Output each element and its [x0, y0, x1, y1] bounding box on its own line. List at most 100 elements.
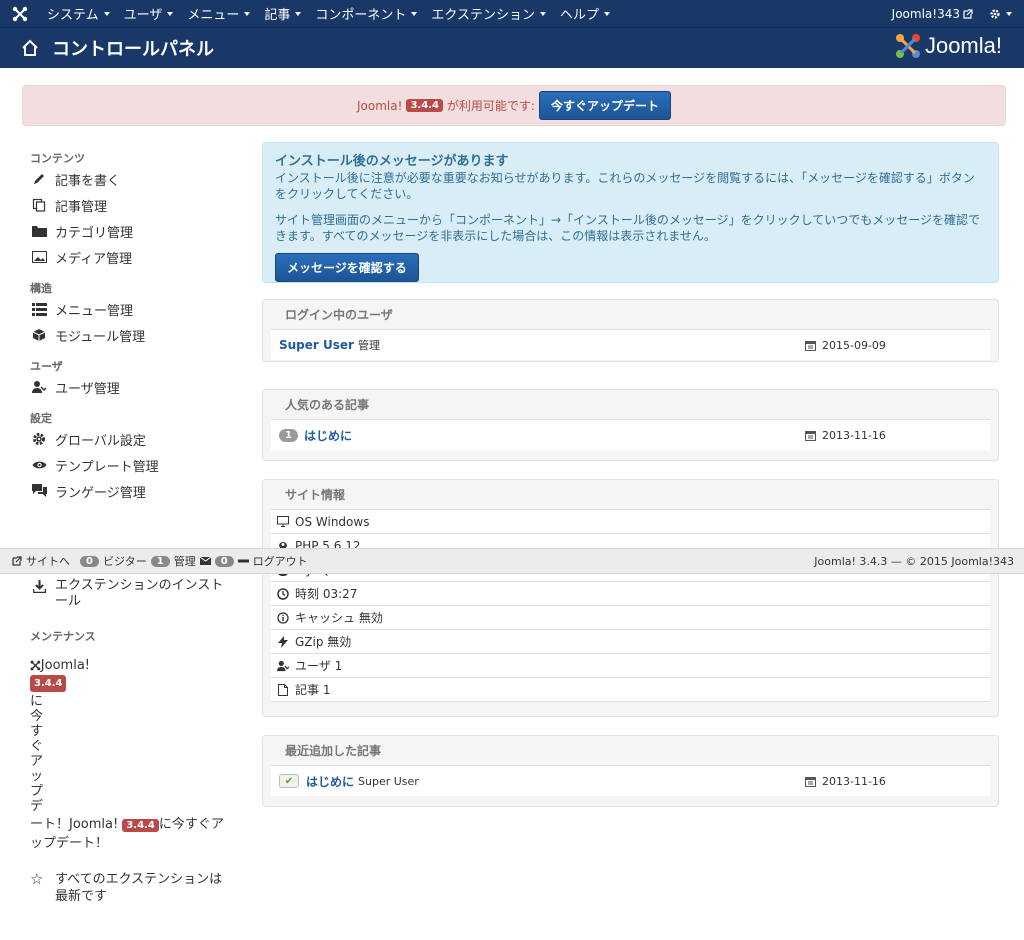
sidebar-item-users[interactable]: ユーザ管理: [30, 374, 240, 400]
logout-link[interactable]: ログアウト: [253, 553, 308, 569]
date-text: 2013-11-16: [822, 774, 886, 788]
list-item: GZip 無効: [271, 630, 990, 654]
user-name-link[interactable]: Super User: [279, 338, 354, 352]
sidebar-item-label: ランゲージ管理: [55, 485, 146, 501]
joomla-logo-icon[interactable]: [0, 0, 40, 27]
sidebar-lower: エクステンションのインストール メンテナンス Joomla! 3.4.4 に今す…: [30, 578, 240, 905]
envelope-icon: [199, 557, 211, 565]
gear-icon: [30, 431, 48, 447]
caret-down-icon: [103, 11, 110, 16]
messages-count-badge[interactable]: 0: [214, 555, 234, 567]
caret-down-icon: [604, 11, 611, 16]
status-bar: サイトへ 0 ビジター 1 管理 0 ログアウト Joomla! 3.4.3 —…: [0, 548, 1024, 574]
visitors-count-badge: 0: [80, 555, 99, 567]
article-author: Super User: [358, 774, 419, 788]
menu-system[interactable]: システム: [40, 0, 117, 27]
cube-icon: [30, 327, 48, 343]
sidebar-item-menus[interactable]: メニュー管理: [30, 296, 240, 322]
home-icon: [20, 38, 40, 58]
sidebar-item-global-config[interactable]: グローバル設定: [30, 426, 240, 452]
maintenance-update-line[interactable]: ート！Joomla! 3.4.4 に今すぐアップデート！: [30, 816, 235, 853]
alert-prefix: Joomla!: [357, 98, 403, 113]
top-navbar: システム ユーザ メニュー 記事 コンポーネント エクステンション ヘルプ Jo…: [0, 0, 1024, 27]
postinstall-message-box: インストール後のメッセージがあります インストール後に注意が必要な重要なお知らせ…: [262, 142, 999, 283]
sidebar-item-all-extensions-uptodate[interactable]: ☆ すべてのエクステンションは最新です: [30, 871, 235, 905]
sidebar-item-install-extensions[interactable]: エクステンションのインストール: [30, 578, 240, 610]
sidebar-item-label: カテゴリ管理: [55, 225, 134, 241]
date-text: 2015-09-09: [822, 338, 886, 352]
copy-icon: [30, 197, 48, 213]
page-title: コントロールパネル: [52, 39, 214, 60]
sidebar-heading-maintenance: メンテナンス: [30, 630, 96, 643]
status-bar-left: サイトへ 0 ビジター 1 管理 0 ログアウト: [12, 553, 308, 569]
calendar-icon: [805, 340, 816, 351]
menu-label: システム: [47, 8, 99, 23]
sidebar-item-modules[interactable]: モジュール管理: [30, 322, 240, 348]
site-info-text: ユーザ 1: [295, 659, 343, 673]
sidebar-item-languages[interactable]: ランゲージ管理: [30, 478, 240, 504]
menu-components[interactable]: コンポーネント: [308, 0, 424, 27]
site-info-text: 記事 1: [295, 683, 331, 697]
site-info-text: GZip 無効: [295, 635, 352, 649]
sidebar-item-label: エクステンションのインストール: [55, 578, 224, 609]
site-info-panel: サイト情報 OS Windows PHP 5.6.12 MySQL 5.6.26…: [262, 479, 999, 717]
settings-dropdown[interactable]: [989, 8, 1012, 20]
sidebar-item-label: ユーザ管理: [55, 381, 120, 397]
sidebar-item-templates[interactable]: テンプレート管理: [30, 452, 240, 478]
joomla-logo-icon: [895, 34, 920, 58]
version-badge: 3.4.4: [122, 819, 159, 832]
list-item: 記事 1: [271, 678, 990, 702]
list-icon: [30, 301, 48, 317]
sidebar-item-new-article[interactable]: 記事を書く: [30, 166, 240, 192]
star-icon: ☆: [30, 870, 44, 888]
calendar-icon: [805, 430, 816, 441]
recent-articles-panel: 最近追加した記事 ✔ はじめに Super User 2013-11-16: [262, 735, 999, 807]
view-site-link[interactable]: サイトへ: [26, 553, 70, 569]
article-link[interactable]: はじめに: [306, 773, 354, 790]
comments-icon: [30, 483, 48, 499]
info-icon: [275, 611, 291, 624]
maintenance-update-notice[interactable]: Joomla! 3.4.4 に今すぐアップデ: [30, 658, 90, 814]
visitors-label: ビジター: [102, 555, 147, 568]
review-messages-button[interactable]: メッセージを確認する: [275, 253, 419, 282]
minus-icon: [237, 559, 249, 563]
sidebar-item-label: 記事を書く: [55, 173, 121, 189]
list-item: OS Windows: [271, 510, 990, 534]
date-text: 2013-11-16: [822, 428, 886, 442]
menu-menus[interactable]: メニュー: [180, 0, 257, 27]
calendar-icon: [805, 776, 816, 787]
popular-articles-panel: 人気のある記事 1 はじめに 2013-11-16: [262, 389, 999, 461]
image-icon: [30, 249, 48, 265]
sidebar-heading-structure: 構造: [30, 282, 52, 295]
menu-extensions[interactable]: エクステンション: [424, 0, 553, 27]
menu-help[interactable]: ヘルプ: [553, 0, 617, 27]
sidebar-item-articles[interactable]: 記事管理: [30, 192, 240, 218]
menu-label: エクステンション: [431, 8, 536, 23]
menu-users[interactable]: ユーザ: [117, 0, 181, 27]
list-item: キャッシュ 無効: [271, 606, 990, 630]
sidebar-item-media[interactable]: メディア管理: [30, 244, 240, 270]
panel-heading: サイト情報: [271, 480, 990, 510]
file-icon: [275, 683, 291, 696]
clock-icon: [275, 587, 291, 600]
sidebar-heading-settings: 設定: [30, 412, 52, 425]
published-check-icon[interactable]: ✔: [279, 774, 299, 788]
panel-heading: 人気のある記事: [271, 390, 990, 420]
version-badge: 3.4.4: [406, 99, 443, 112]
update-now-button[interactable]: 今すぐアップデート: [538, 91, 671, 120]
maintenance-prefix: Joomla!: [40, 658, 90, 673]
menu-content[interactable]: 記事: [257, 0, 308, 27]
version-badge: 3.4.4: [30, 675, 67, 692]
navbar-right: Joomla!343: [892, 0, 1012, 27]
admins-label: 管理: [173, 555, 196, 568]
site-link[interactable]: Joomla!343: [892, 7, 973, 21]
table-row: ✔ はじめに Super User 2013-11-16: [271, 766, 990, 796]
users-icon: [275, 660, 291, 672]
alert-suffix: が利用可能です:: [446, 99, 535, 113]
site-link-label: Joomla!343: [891, 6, 960, 21]
eye-icon: [30, 457, 48, 473]
article-link[interactable]: はじめに: [304, 427, 352, 444]
lightning-icon: [275, 635, 291, 648]
sidebar-item-categories[interactable]: カテゴリ管理: [30, 218, 240, 244]
admins-count-badge: 1: [150, 555, 170, 567]
